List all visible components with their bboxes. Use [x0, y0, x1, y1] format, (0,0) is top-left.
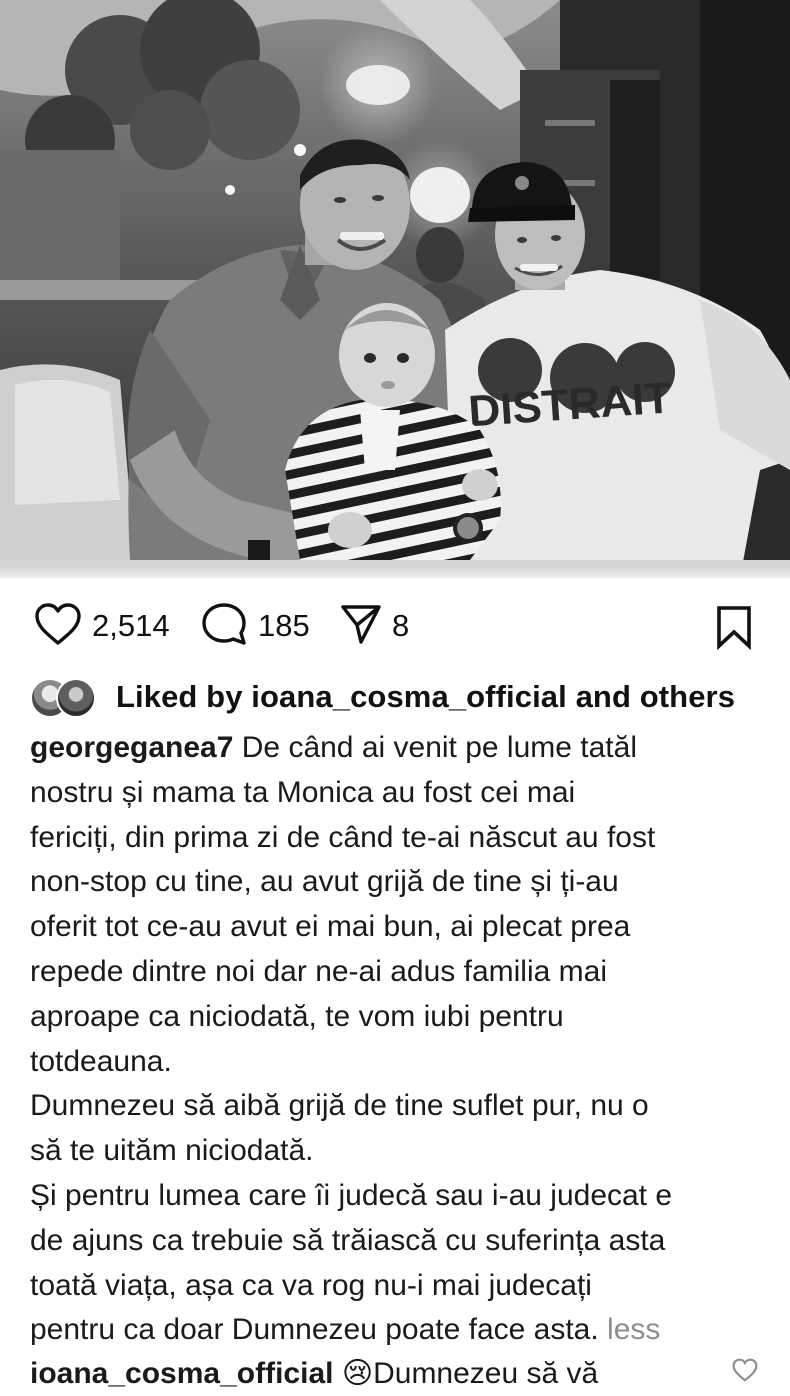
liker-avatars[interactable]: [30, 676, 100, 718]
comment-text: Dumnezeu să vă: [373, 1357, 599, 1390]
heart-outline-icon: [34, 602, 82, 651]
post-actions: 2,514 185 8: [0, 578, 790, 676]
comment-button[interactable]: 185: [200, 602, 310, 648]
comment-username[interactable]: ioana_cosma_official: [30, 1357, 333, 1390]
caption-line: aproape ca niciodată, te vom iubi pentru: [30, 999, 564, 1033]
comment-row: ioana_cosma_official 😢Dumnezeu să vă: [30, 1356, 770, 1396]
caption-line: de ajuns ca trebuie să trăiască cu sufer…: [30, 1223, 666, 1257]
less-button[interactable]: less: [607, 1313, 660, 1346]
bookmark-outline-icon: [714, 606, 754, 654]
caption-line: Dumnezeu să aibă grijă de tine suflet pu…: [30, 1089, 649, 1123]
comment-bubble-icon: [200, 601, 248, 652]
caption-line: De când ai venit pe lume tatăl: [233, 731, 637, 764]
save-button[interactable]: [714, 604, 754, 655]
liked-by-row[interactable]: Liked by ioana_cosma_official and others: [30, 672, 770, 722]
liked-by-text: Liked by ioana_cosma_official and others: [116, 679, 735, 715]
caption-line: nostru și mama ta Monica au fost cei mai: [30, 775, 576, 809]
paper-plane-icon: [340, 603, 382, 650]
table-edge: [0, 568, 790, 578]
post-photo-illustration: DISTRAIT: [0, 0, 790, 578]
comment-emoji: 😢: [341, 1357, 374, 1390]
liked-by-username[interactable]: ioana_cosma_official: [251, 679, 567, 714]
comments-count[interactable]: 185: [258, 608, 310, 644]
shares-count[interactable]: 8: [392, 608, 409, 644]
like-button[interactable]: 2,514: [34, 602, 170, 651]
heart-outline-icon: [732, 1358, 758, 1386]
share-button[interactable]: 8: [340, 604, 409, 648]
caption-line: pentru ca doar Dumnezeu poate face asta.: [30, 1313, 608, 1347]
caption-line: toată viața, așa ca va rog nu-i mai jude…: [30, 1268, 592, 1302]
caption-line: Și pentru lumea care îi judecă sau i-au …: [30, 1178, 673, 1212]
caption-line: oferit tot ce-au avut ei mai bun, ai ple…: [30, 910, 631, 944]
caption-line: repede dintre noi dar ne-ai adus familia…: [30, 954, 607, 988]
avatar[interactable]: [56, 678, 96, 718]
likes-count[interactable]: 2,514: [92, 608, 170, 644]
caption-line: totdeauna.: [30, 1044, 172, 1078]
post-photo[interactable]: DISTRAIT: [0, 0, 790, 578]
caption-line: fericiți, din prima zi de când te-ai năs…: [30, 820, 656, 854]
caption-username[interactable]: georgeganea7: [30, 731, 233, 764]
comment-like-button[interactable]: [732, 1358, 758, 1387]
liked-by-prefix: Liked by: [116, 679, 252, 714]
liked-by-suffix[interactable]: and others: [567, 679, 735, 714]
caption-line: să te uităm niciodată.: [30, 1134, 314, 1168]
caption-line: non-stop cu tine, au avut grijă de tine …: [30, 865, 619, 899]
post-caption: georgeganea7 De când ai venit pe lume ta…: [30, 726, 770, 1353]
